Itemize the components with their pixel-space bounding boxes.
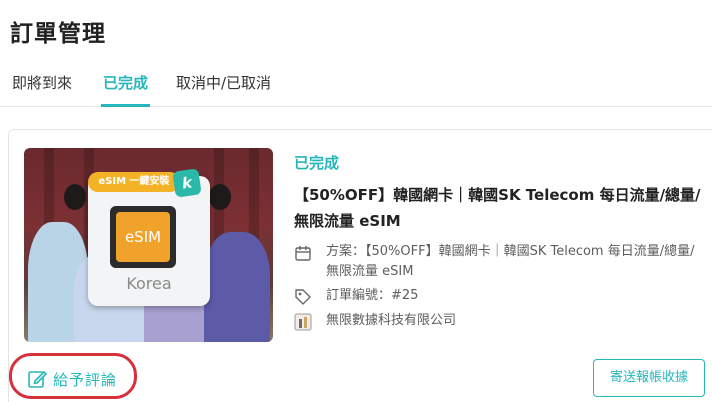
product-title[interactable]: 【50%OFF】韓國網卡｜韓國SK Telecom 每日流量/總量/無限流量 e…	[294, 182, 706, 234]
store-icon	[294, 313, 312, 331]
vendor-name: 無限數據科技有限公司	[326, 313, 457, 328]
tab-completed[interactable]: 已完成	[100, 72, 151, 107]
tab-cancelled[interactable]: 取消中/已取消	[176, 72, 271, 107]
order-tabs: 即將到來 已完成 取消中/已取消	[0, 62, 712, 107]
give-review-label: 給予評論	[53, 370, 118, 389]
esim-banner: eSIM 一鍵安裝	[88, 172, 180, 192]
give-review-button[interactable]: 給予評論	[27, 367, 117, 391]
page-title: 訂單管理	[10, 21, 106, 47]
order-status: 已完成	[294, 154, 340, 172]
send-receipt-button[interactable]: 寄送報帳收據	[593, 359, 705, 397]
tab-upcoming[interactable]: 即將到來	[12, 72, 72, 107]
calendar-icon	[295, 246, 311, 261]
sim-chip-icon: eSIM	[110, 206, 176, 268]
plan-text: 方案：【50%OFF】韓國網卡｜韓國SK Telecom 每日流量/總量/無限流…	[326, 244, 695, 279]
brand-badge: k	[172, 168, 202, 198]
esim-country: Korea	[126, 274, 172, 293]
tag-icon	[295, 289, 311, 305]
edit-icon	[28, 371, 47, 388]
order-number: 訂單編號：#25	[326, 288, 419, 303]
chip-label: eSIM	[116, 212, 170, 262]
product-image[interactable]: eSIM 一鍵安裝 k eSIM Korea	[24, 148, 273, 342]
